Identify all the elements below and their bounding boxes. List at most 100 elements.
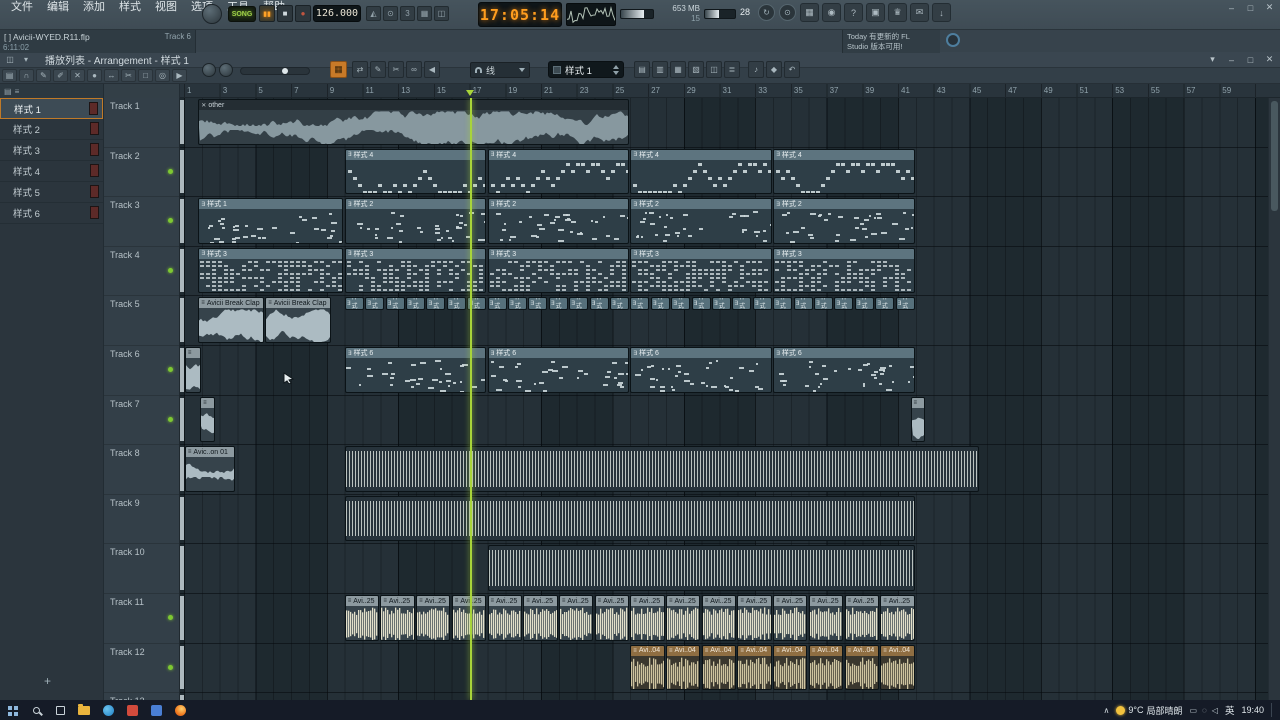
- file-panel[interactable]: [ ] Avicii-WYED.R11.flp Track 6 6:11:02: [0, 30, 196, 53]
- achievements-icon[interactable]: ♛: [888, 3, 907, 22]
- pencil-icon[interactable]: ✎: [370, 61, 386, 78]
- pattern-list-item[interactable]: 样式 3: [0, 140, 103, 161]
- pattern-clip[interactable]: ✕ other: [198, 99, 629, 145]
- pattern-clip[interactable]: ∃ 样式 6: [344, 347, 487, 393]
- countdown-icon[interactable]: 3: [400, 6, 415, 21]
- weather-widget[interactable]: 9°C 局部晴朗: [1116, 704, 1182, 717]
- pattern-clip[interactable]: ∃ 样式 6: [630, 347, 772, 393]
- audio-clip[interactable]: ≡Avi..25: [416, 595, 451, 641]
- pattern-up-icon[interactable]: [613, 64, 619, 69]
- audio-clip[interactable]: ≡Avi..25: [880, 595, 915, 641]
- undo-icon[interactable]: ↶: [784, 61, 800, 78]
- track-lane[interactable]: ✕ other: [180, 98, 1268, 148]
- record-led[interactable]: [168, 168, 173, 174]
- pattern-clip[interactable]: ∃ 样式 2: [487, 198, 629, 244]
- track-header[interactable]: Track 12: [104, 644, 179, 694]
- track-header[interactable]: Track 8: [104, 445, 179, 495]
- track-header[interactable]: Track 10: [104, 544, 179, 594]
- app-red-icon[interactable]: [120, 700, 144, 720]
- pattern-clip[interactable]: ∃ 样式 6: [487, 347, 629, 393]
- chat-icon[interactable]: ✉: [910, 3, 929, 22]
- audio-clip[interactable]: ≡ Avi..04: [880, 644, 915, 691]
- audio-clip[interactable]: ≡Avi..25: [523, 595, 558, 641]
- pattern-list-item[interactable]: 样式 2: [0, 119, 103, 140]
- track-lane[interactable]: ≡ Avic..on 01: [180, 445, 1268, 495]
- pattern-list-item[interactable]: 样式 6: [0, 203, 103, 224]
- channel-rack-icon[interactable]: ▦: [670, 61, 686, 78]
- track-lane[interactable]: ≡ ∃ 样式 6 ∃ 样式 6 ∃ 样式 6 ∃ 样式 6: [180, 346, 1268, 396]
- record-led[interactable]: [168, 267, 173, 273]
- song-mode-toggle[interactable]: SONG: [228, 6, 256, 22]
- pattern-clip[interactable]: ∃样式 5: [426, 297, 446, 311]
- audio-clip[interactable]: ≡ Avicii Break Clap: [265, 297, 331, 343]
- audio-clip[interactable]: ≡: [910, 396, 926, 443]
- track-lane[interactable]: ≡ Avi..04 ≡ Avi..04 ≡ Avi..04 ≡ Avi..04 ≡ Avi..04…: [180, 644, 1268, 694]
- track-lane[interactable]: ≡Avi..25≡Avi..25≡Avi..25≡Avi..25≡Avi..25…: [180, 594, 1268, 644]
- close-button[interactable]: ✕: [1261, 1, 1278, 14]
- marker-icon[interactable]: ◆: [766, 61, 782, 78]
- select-icon[interactable]: □: [138, 69, 153, 82]
- pattern-clip[interactable]: ∃样式 5: [405, 297, 425, 311]
- pattern-clip[interactable]: ∃样式 5: [548, 297, 568, 311]
- draw-icon[interactable]: ✎: [36, 69, 51, 82]
- link-icon[interactable]: ∞: [406, 61, 422, 78]
- pattern-color-chip[interactable]: [89, 102, 98, 115]
- edge-icon[interactable]: [96, 700, 120, 720]
- taskbar-clock[interactable]: 19:40: [1241, 705, 1264, 715]
- pattern-clip[interactable]: ∃样式 5: [711, 297, 731, 311]
- mute-icon[interactable]: ●: [87, 69, 102, 82]
- search-button[interactable]: [24, 700, 48, 720]
- master-volume-slider[interactable]: [620, 9, 654, 19]
- audio-clip[interactable]: ≡ Avi..04: [737, 644, 772, 691]
- wait-input-icon[interactable]: ⊙: [383, 6, 398, 21]
- record-button[interactable]: ●: [295, 5, 311, 22]
- audio-clip[interactable]: ≡Avi..25: [666, 595, 701, 641]
- playhead-line[interactable]: [469, 98, 472, 700]
- pattern-list-item[interactable]: 样式 4: [0, 161, 103, 182]
- menu-item[interactable]: 视图: [148, 0, 184, 15]
- audio-clip[interactable]: ≡Avi..25: [594, 595, 629, 641]
- track-lane[interactable]: [180, 544, 1268, 594]
- master-pitch-slider[interactable]: [704, 9, 736, 19]
- menu-item[interactable]: 添加: [76, 0, 112, 15]
- track-header[interactable]: Track 7: [104, 396, 179, 446]
- input-language-indicator[interactable]: 英: [1225, 703, 1235, 717]
- pattern-clip[interactable]: ∃ 样式 3: [344, 247, 487, 294]
- pattern-clip[interactable]: ∃样式 5: [344, 297, 364, 311]
- file-explorer-icon[interactable]: [72, 700, 96, 720]
- pattern-clip[interactable]: ∃样式 5: [691, 297, 711, 311]
- shuffle-slider[interactable]: [240, 67, 310, 75]
- update-notice[interactable]: Today 有更新的 FL Studio 版本可用!: [842, 30, 940, 53]
- audio-clip[interactable]: [344, 446, 979, 492]
- maximize-button[interactable]: □: [1242, 53, 1259, 66]
- picker-grip-icon[interactable]: ▤: [4, 87, 12, 96]
- slice-tool-icon[interactable]: ✂: [121, 69, 136, 82]
- detach-icon[interactable]: ▾: [19, 54, 33, 66]
- pattern-clip[interactable]: ∃ 样式 3: [630, 247, 772, 294]
- pattern-color-chip[interactable]: [90, 122, 99, 135]
- help-icon[interactable]: ?: [844, 3, 863, 22]
- pattern-clip[interactable]: ∃样式 5: [630, 297, 650, 311]
- audio-clip[interactable]: ≡Avi..25: [808, 595, 844, 641]
- pattern-clip[interactable]: ∃样式 5: [793, 297, 813, 311]
- audio-clip[interactable]: ≡: [184, 347, 201, 393]
- volume-icon[interactable]: ◁: [1212, 706, 1218, 715]
- stop-button[interactable]: ■: [277, 5, 293, 22]
- pattern-list-item[interactable]: 样式 1: [0, 98, 103, 119]
- record-led[interactable]: [168, 615, 173, 620]
- track-header[interactable]: Track 6: [104, 346, 179, 396]
- pattern-clip[interactable]: ∃样式 5: [854, 297, 874, 311]
- step-edit-icon[interactable]: ◫: [434, 6, 449, 21]
- scrollbar-thumb[interactable]: [1271, 101, 1278, 211]
- main-pitch-knob[interactable]: [219, 63, 233, 77]
- pattern-clip[interactable]: ∃样式 5: [813, 297, 833, 311]
- pattern-clip[interactable]: ∃ 样式 1: [198, 198, 344, 244]
- fl-logo-knob[interactable]: [202, 4, 222, 24]
- audio-clip[interactable]: ≡ Avi..04: [773, 644, 808, 691]
- audio-clip[interactable]: ≡Avi..25: [487, 595, 522, 641]
- audio-clip[interactable]: ≡ Avi..04: [630, 644, 665, 691]
- track-header[interactable]: Track 13: [104, 693, 179, 700]
- pattern-clip[interactable]: ∃样式 5: [732, 297, 752, 311]
- audio-clip[interactable]: ≡ Avicii Break Clap: [198, 297, 264, 343]
- audio-clip[interactable]: [344, 495, 915, 542]
